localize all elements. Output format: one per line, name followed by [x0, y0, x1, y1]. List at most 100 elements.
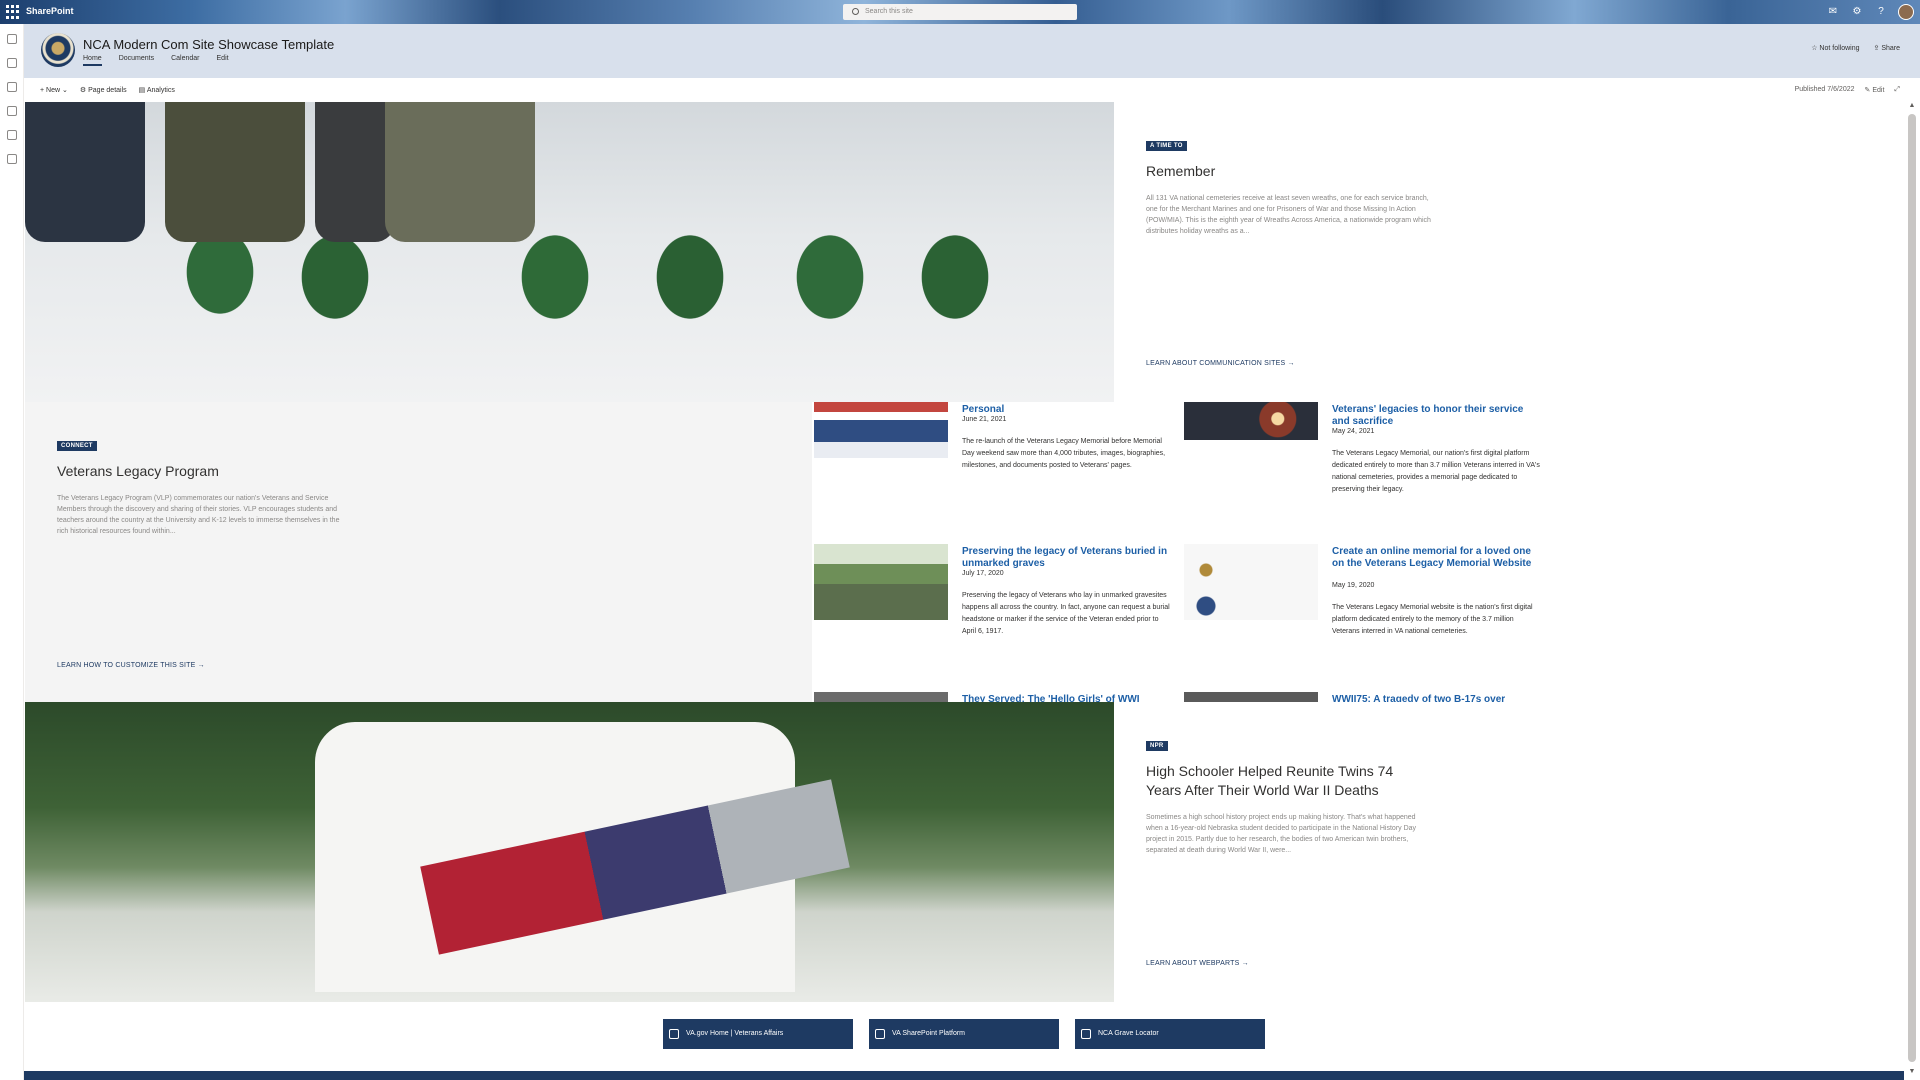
news-title[interactable]: Veterans' legacies to honor their servic…	[1332, 404, 1542, 428]
gear-icon: ⚙	[79, 87, 87, 94]
news-body: Preserving the legacy of Veterans who la…	[962, 592, 1170, 635]
nav-documents[interactable]: Documents	[119, 55, 154, 66]
nav-home[interactable]: Home	[83, 55, 102, 66]
news-date: May 19, 2020	[1332, 582, 1375, 589]
quick-link-grave-locator[interactable]: NCA Grave Locator	[1075, 1019, 1265, 1049]
quick-link-va-gov[interactable]: VA.gov Home | Veterans Affairs	[663, 1019, 853, 1049]
edit-button[interactable]: ✎ Edit	[1865, 86, 1885, 94]
person-icon	[1081, 1029, 1091, 1039]
news-item[interactable]: Veterans' legacies to honor their servic…	[1184, 402, 1544, 522]
search-input[interactable]: Search this site	[843, 4, 1077, 20]
lists-icon[interactable]	[7, 130, 17, 140]
analytics-label: Analytics	[146, 87, 175, 94]
arrow-right-icon: →	[197, 662, 205, 669]
sharepoint-icon	[875, 1029, 885, 1039]
news-thumbnail	[1184, 402, 1318, 458]
edit-icon: ✎	[1864, 87, 1871, 94]
settings-icon[interactable]: ⚙	[1850, 5, 1864, 19]
image-icon	[669, 1029, 679, 1039]
news-thumbnail	[814, 544, 948, 620]
app-bar	[0, 24, 24, 1080]
news-title[interactable]: Personal	[962, 404, 1172, 416]
page-content: A TIME TO Remember All 131 VA national c…	[24, 102, 1904, 1080]
news-icon[interactable]	[7, 82, 17, 92]
share-button[interactable]: ⇪ Share	[1874, 44, 1901, 52]
globe-icon[interactable]	[7, 58, 17, 68]
scroll-up-icon[interactable]: ▲	[1908, 102, 1916, 109]
analytics-button[interactable]: ▤ Analytics	[139, 86, 175, 94]
hero-description: All 131 VA national cemeteries receive a…	[1146, 195, 1431, 235]
news-title[interactable]: Create an online memorial for a loved on…	[1332, 546, 1542, 570]
news-thumbnail	[1184, 692, 1318, 702]
hero-text-npr: NPR High Schooler Helped Reunite Twins 7…	[1114, 702, 1904, 1002]
soldier-figure	[25, 102, 145, 242]
home-icon[interactable]	[7, 34, 17, 44]
news-item[interactable]: Create an online memorial for a loved on…	[1184, 544, 1544, 664]
page-details-button[interactable]: ⚙ Page details	[80, 86, 127, 94]
hero-tag: A TIME TO	[1146, 141, 1187, 151]
site-logo[interactable]	[41, 33, 75, 67]
learn-customize-link[interactable]: LEARN HOW TO CUSTOMIZE THIS SITE →	[57, 662, 205, 669]
avatar[interactable]	[1898, 4, 1914, 20]
quick-links: VA.gov Home | Veterans Affairs VA ShareP…	[24, 1002, 1904, 1072]
nav-edit[interactable]: Edit	[217, 55, 229, 66]
help-icon[interactable]: ?	[1874, 5, 1888, 19]
quick-link-label: NCA Grave Locator	[1098, 1030, 1159, 1037]
learn-webparts-link[interactable]: LEARN ABOUT WEBPARTS →	[1146, 960, 1249, 967]
new-label: New	[46, 87, 61, 94]
footer	[24, 1071, 1904, 1080]
quick-link-label: VA.gov Home | Veterans Affairs	[686, 1030, 784, 1037]
new-button[interactable]: + New ⌄	[40, 86, 68, 94]
scrollbar[interactable]: ▲ ▼	[1904, 102, 1920, 1080]
command-bar: + New ⌄ ⚙ Page details ▤ Analytics Publi…	[24, 78, 1920, 102]
waffle-icon[interactable]	[6, 5, 20, 19]
hero-image-honor-guard[interactable]	[25, 702, 1114, 1002]
scroll-down-icon[interactable]: ▼	[1908, 1068, 1916, 1075]
hero-title[interactable]: High Schooler Helped Reunite Twins 74 Ye…	[1146, 762, 1416, 800]
soldier-figure	[315, 102, 395, 242]
scrollbar-thumb[interactable]	[1908, 114, 1916, 1062]
hero-text-remember: A TIME TO Remember All 131 VA national c…	[1114, 102, 1904, 402]
news-item[interactable]: Personal June 21, 2021 The re-launch of …	[814, 402, 1174, 522]
search-placeholder: Search this site	[865, 8, 913, 15]
news-body: The Veterans Legacy Memorial, our nation…	[1332, 450, 1540, 493]
create-icon[interactable]	[7, 154, 17, 164]
hero-image-wreaths[interactable]	[25, 102, 1114, 402]
vlp-title[interactable]: Veterans Legacy Program	[57, 462, 342, 481]
news-date: June 21, 2021	[962, 416, 1007, 423]
nav-calendar[interactable]: Calendar	[171, 55, 199, 66]
published-status: Published 7/6/2022	[1794, 86, 1855, 93]
follow-label: Not following	[1819, 45, 1860, 52]
chart-icon: ▤	[138, 87, 146, 94]
news-title[interactable]: Preserving the legacy of Veterans buried…	[962, 546, 1172, 570]
site-title[interactable]: NCA Modern Com Site Showcase Template	[83, 37, 334, 52]
news-title[interactable]: They Served: The 'Hello Girls' of WWI	[962, 694, 1172, 702]
expand-icon[interactable]: ⤢	[1894, 86, 1900, 94]
news-thumbnail	[814, 402, 948, 458]
quick-link-label: VA SharePoint Platform	[892, 1030, 966, 1037]
hero-title[interactable]: Remember	[1146, 162, 1431, 181]
news-item[interactable]: They Served: The 'Hello Girls' of WWI	[814, 692, 1174, 702]
share-label: Share	[1881, 45, 1900, 52]
news-date: May 24, 2021	[1332, 428, 1375, 435]
vlp-tag: CONNECT	[57, 441, 97, 451]
follow-button[interactable]: ☆ Not following	[1811, 44, 1859, 52]
hero-description: Sometimes a high school history project …	[1146, 814, 1417, 854]
arrow-right-icon: →	[1241, 960, 1249, 967]
quick-link-sharepoint[interactable]: VA SharePoint Platform	[869, 1019, 1059, 1049]
learn-webparts-label: LEARN ABOUT WEBPARTS	[1146, 960, 1240, 967]
news-item[interactable]: WWII75: A tragedy of two B-17s over	[1184, 692, 1544, 702]
news-title[interactable]: WWII75: A tragedy of two B-17s over	[1332, 694, 1542, 702]
news-body: The re-launch of the Veterans Legacy Mem…	[962, 438, 1166, 469]
news-item[interactable]: Preserving the legacy of Veterans buried…	[814, 544, 1174, 664]
app-name[interactable]: SharePoint	[26, 6, 74, 16]
megaphone-icon[interactable]: ✉	[1826, 5, 1840, 19]
news-webpart: Personal June 21, 2021 The re-launch of …	[812, 402, 1904, 702]
arrow-right-icon: →	[1287, 360, 1295, 367]
news-date: July 17, 2020	[962, 570, 1004, 577]
learn-customize-label: LEARN HOW TO CUSTOMIZE THIS SITE	[57, 662, 196, 669]
files-icon[interactable]	[7, 106, 17, 116]
soldier-figure	[385, 102, 535, 242]
edit-label: Edit	[1872, 87, 1885, 94]
learn-comm-sites-link[interactable]: LEARN ABOUT COMMUNICATION SITES →	[1146, 360, 1295, 367]
